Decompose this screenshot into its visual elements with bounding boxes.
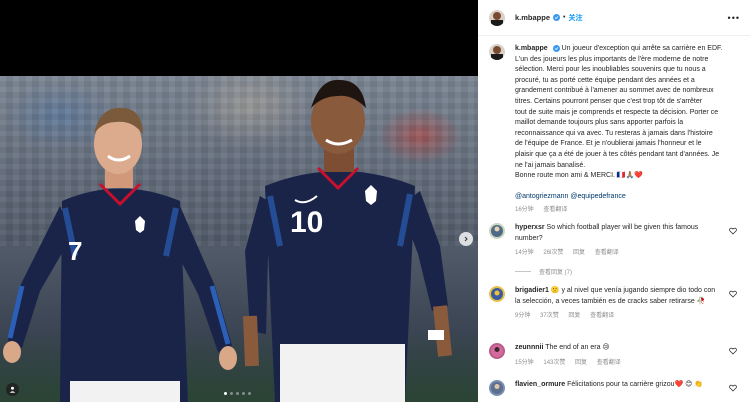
carousel-dot xyxy=(224,392,227,395)
avatar[interactable] xyxy=(489,44,505,60)
carousel-dot xyxy=(242,392,245,395)
caption-line: Un joueur d'exception qui arrête sa carr… xyxy=(561,45,723,52)
view-replies-button[interactable]: 查看回复 (7) xyxy=(515,267,572,276)
verified-badge-icon xyxy=(552,44,560,52)
separator-dot: • xyxy=(563,14,566,21)
avatar[interactable] xyxy=(489,223,505,239)
caption-line: reconnaissance qui va avec. Tu resteras … xyxy=(515,129,713,137)
carousel-dot xyxy=(248,392,251,395)
comment-likes[interactable]: 143次赞 xyxy=(543,360,565,366)
comment-text: The end of an era 😢 xyxy=(545,344,610,351)
translate-button[interactable]: 查看翻译 xyxy=(595,250,619,256)
comment-username[interactable]: brigadier1 xyxy=(515,287,549,294)
comment-time[interactable]: 14分钟 xyxy=(515,250,534,256)
jersey-number-right: 10 xyxy=(290,206,324,239)
heart-icon[interactable] xyxy=(729,290,737,298)
post-username[interactable]: k.mbappe xyxy=(515,13,550,22)
more-icon[interactable]: ••• xyxy=(728,13,740,23)
user-tag-icon xyxy=(9,386,16,393)
tagged-users-button[interactable] xyxy=(6,383,19,396)
caption-line: de l'équipe de France. Et je n'oublierai… xyxy=(515,140,702,148)
post-time[interactable]: 16分钟 xyxy=(515,207,534,213)
avatar[interactable] xyxy=(489,380,505,396)
caption-line: plaisir que ça a été de jouer à tes côté… xyxy=(515,150,720,158)
avatar[interactable] xyxy=(489,343,505,359)
avatar[interactable] xyxy=(489,286,505,302)
comment-likes[interactable]: 26l次赞 xyxy=(543,250,563,256)
carousel-dot xyxy=(230,392,233,395)
carousel-dot xyxy=(236,392,239,395)
heart-icon[interactable] xyxy=(729,227,737,235)
chevron-right-icon xyxy=(464,236,468,242)
post-photo: 7 10 xyxy=(0,76,478,402)
translate-button[interactable]: 查看翻译 xyxy=(590,313,614,319)
next-image-button[interactable] xyxy=(459,232,473,246)
comment-item: brigadier1 🙁 y al nivel que venía jugand… xyxy=(489,286,743,322)
verified-badge-icon xyxy=(553,14,561,21)
carousel-indicator xyxy=(224,392,251,395)
heart-icon[interactable] xyxy=(729,384,737,392)
caption-line: titres. Certains pourront penser que c'e… xyxy=(515,97,703,105)
post-media: 7 10 xyxy=(0,0,478,402)
translate-button[interactable]: 查看翻译 xyxy=(597,360,621,366)
caption-username[interactable]: k.mbappe xyxy=(515,45,548,52)
caption-line: ne l'ai jamais banalisé. xyxy=(515,161,586,169)
caption-line: L'un des joueurs les plus importants de … xyxy=(515,55,709,63)
heart-icon[interactable] xyxy=(729,347,737,355)
comment-item: hyperxsr So which football player will b… xyxy=(489,223,743,259)
comment-text: Félicitations pour ta carrière grizou❤️ … xyxy=(567,381,704,388)
follow-button[interactable]: 关注 xyxy=(568,13,582,23)
post-caption: k.mbappe Un joueur d'exception qui arrêt… xyxy=(489,44,743,216)
post-sidebar: k.mbappe • 关注 ••• k.mbappe Un joueur d'e… xyxy=(478,0,750,402)
comment-time[interactable]: 9分钟 xyxy=(515,313,530,319)
caption-line: grandement contribué à l'amener au somme… xyxy=(515,87,714,95)
avatar[interactable] xyxy=(489,9,505,26)
reply-button[interactable]: 回复 xyxy=(575,360,587,366)
translate-button[interactable]: 查看翻译 xyxy=(543,207,567,213)
replies-line xyxy=(515,271,531,272)
post-header: k.mbappe • 关注 ••• xyxy=(478,0,750,36)
view-replies-label[interactable]: 查看回复 (7) xyxy=(539,267,572,276)
caption-mentions[interactable]: @antogriezmann @equipedefrance xyxy=(515,192,743,203)
comment-username[interactable]: zeunnnii xyxy=(515,344,543,351)
reply-button[interactable]: 回复 xyxy=(568,313,580,319)
caption-line: procuré, tu as porté cette équipe pendan… xyxy=(515,76,695,84)
caption-line: maillot demande toujours plus sans appor… xyxy=(515,119,684,127)
caption-line: tout de suite mais je comprends et respe… xyxy=(515,108,719,116)
caption-line: sélection. Merci pour les inoubliables s… xyxy=(515,66,706,74)
caption-line: Bonne route mon ami & MERCI. 🇫🇷🙏🏽❤️ xyxy=(515,172,644,180)
comment-username[interactable]: hyperxsr xyxy=(515,224,545,231)
comment-time[interactable]: 15分钟 xyxy=(515,360,534,366)
comment-likes[interactable]: 37次赞 xyxy=(540,313,559,319)
comment-username[interactable]: flavien_ormure xyxy=(515,381,565,388)
comment-item: zeunnnii The end of an era 😢 15分钟 143次赞 … xyxy=(489,343,743,368)
jersey-number-left: 7 xyxy=(68,236,83,266)
reply-button[interactable]: 回复 xyxy=(573,250,585,256)
comment-item: flavien_ormure Félicitations pour ta car… xyxy=(489,380,743,396)
